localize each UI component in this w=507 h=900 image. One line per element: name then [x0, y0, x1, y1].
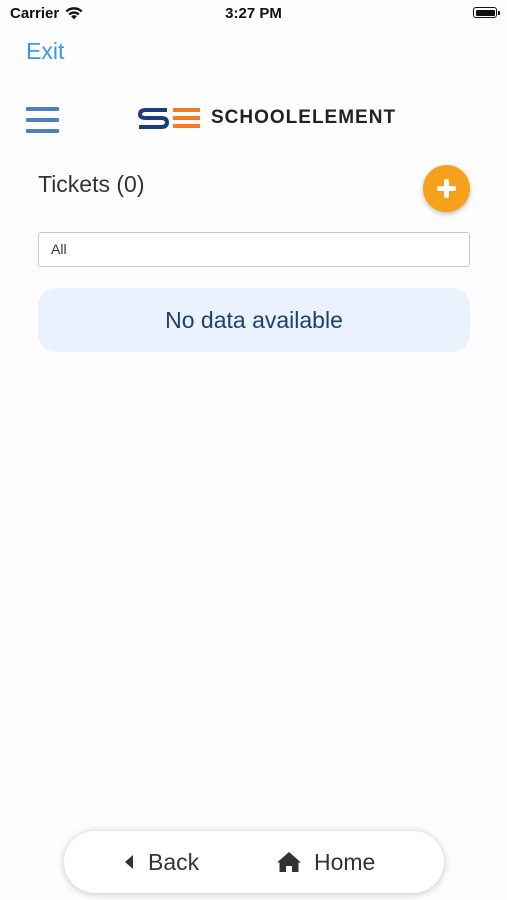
status-bar: Carrier 3:27 PM — [0, 0, 507, 30]
menu-icon[interactable] — [26, 105, 59, 135]
schoolelement-logo-icon — [137, 108, 200, 129]
back-arrow-icon — [125, 855, 133, 869]
bottom-nav: Back Home — [64, 831, 444, 893]
empty-state-message: No data available — [38, 288, 470, 352]
page-title: Tickets (0) — [38, 171, 145, 197]
home-button[interactable]: Home — [276, 831, 375, 893]
home-label: Home — [314, 848, 376, 875]
battery-icon — [473, 7, 500, 18]
brand-name: SCHOOLELEMENT — [211, 107, 397, 128]
back-label: Back — [148, 848, 200, 875]
home-icon — [277, 852, 301, 872]
add-ticket-button[interactable] — [423, 165, 470, 212]
status-time: 3:27 PM — [225, 5, 282, 22]
exit-button[interactable]: Exit — [26, 38, 64, 65]
ticket-filter-select[interactable]: All — [38, 232, 470, 267]
back-button[interactable]: Back — [124, 831, 199, 893]
brand-logo: SCHOOLELEMENT — [137, 106, 396, 130]
